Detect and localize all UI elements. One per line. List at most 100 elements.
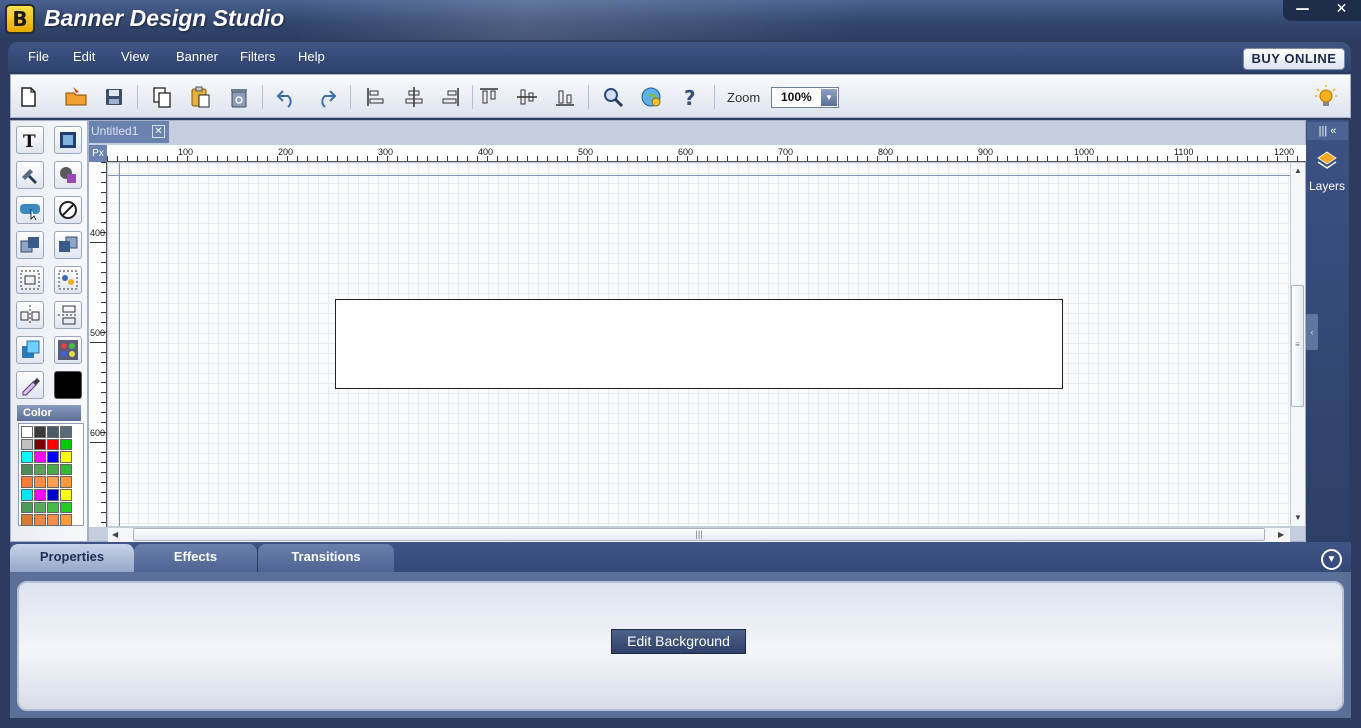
- help-icon[interactable]: ?: [678, 85, 702, 110]
- panel-toggle-icon[interactable]: ▼: [1321, 549, 1342, 570]
- tab-transitions[interactable]: Transitions: [258, 544, 394, 572]
- color-swatch[interactable]: [60, 463, 72, 476]
- color-fill-icon[interactable]: [16, 336, 44, 364]
- guide-line-horizontal[interactable]: [108, 175, 1290, 176]
- layers-icon[interactable]: [1316, 150, 1338, 174]
- zoom-select[interactable]: 100% ▼: [771, 87, 839, 108]
- ruler-unit[interactable]: Px: [89, 145, 107, 162]
- align-right-icon[interactable]: [438, 85, 462, 109]
- open-folder-icon[interactable]: [64, 85, 88, 109]
- color-swatch[interactable]: [21, 438, 33, 451]
- color-swatch[interactable]: [47, 463, 59, 476]
- color-swatch[interactable]: [60, 476, 72, 488]
- edit-background-button[interactable]: Edit Background: [611, 629, 746, 654]
- close-icon[interactable]: ✕: [152, 125, 165, 138]
- align-center-icon[interactable]: [402, 85, 426, 109]
- scroll-right-icon[interactable]: ▶: [1278, 530, 1284, 539]
- scroll-up-icon[interactable]: ▲: [1294, 166, 1302, 175]
- preview-globe-icon[interactable]: [639, 85, 663, 109]
- color-swatch[interactable]: [60, 488, 72, 501]
- color-swatch[interactable]: [60, 438, 72, 451]
- new-file-icon[interactable]: [16, 85, 40, 109]
- color-swatch[interactable]: [47, 451, 59, 463]
- document-tab[interactable]: Untitled1 ✕: [89, 121, 169, 143]
- color-swatch[interactable]: [60, 451, 72, 463]
- ellipse-tool-icon[interactable]: [54, 196, 82, 224]
- tab-properties[interactable]: Properties: [10, 544, 134, 572]
- menu-view[interactable]: View: [121, 49, 149, 64]
- align-bottom-icon[interactable]: [553, 85, 577, 109]
- color-swatch[interactable]: [34, 476, 46, 488]
- tab-effects[interactable]: Effects: [134, 544, 258, 572]
- align-h-icon[interactable]: [16, 301, 44, 329]
- save-icon[interactable]: [102, 85, 126, 109]
- paste-icon[interactable]: [188, 85, 212, 109]
- group-icon[interactable]: [16, 266, 44, 294]
- color-swatch[interactable]: [34, 451, 46, 463]
- image-tool-icon[interactable]: [54, 126, 82, 154]
- color-swatch[interactable]: [21, 451, 33, 463]
- color-swatch[interactable]: [47, 426, 59, 438]
- color-swatch[interactable]: [34, 463, 46, 476]
- close-button[interactable]: ✕: [1322, 0, 1361, 21]
- color-swatch[interactable]: [21, 514, 33, 526]
- delete-icon[interactable]: [227, 85, 251, 109]
- align-top-icon[interactable]: [477, 85, 501, 109]
- distribute-icon[interactable]: [54, 266, 82, 294]
- menu-help[interactable]: Help: [298, 49, 325, 64]
- undo-icon[interactable]: [275, 85, 299, 109]
- color-swatch[interactable]: [60, 426, 72, 438]
- scroll-down-icon[interactable]: ▼: [1294, 513, 1302, 522]
- horizontal-scroll-thumb[interactable]: |||: [133, 528, 1265, 541]
- color-swatch[interactable]: [47, 476, 59, 488]
- guide-line-vertical[interactable]: [119, 163, 120, 526]
- menu-file[interactable]: File: [28, 49, 49, 64]
- menu-edit[interactable]: Edit: [73, 49, 95, 64]
- eyedropper-icon[interactable]: [16, 371, 44, 399]
- chevron-down-icon[interactable]: ▼: [821, 89, 837, 106]
- layers-label[interactable]: Layers: [1307, 179, 1347, 193]
- scroll-left-icon[interactable]: ◀: [112, 530, 118, 539]
- menu-filters[interactable]: Filters: [240, 49, 275, 64]
- shape-tool-icon[interactable]: [54, 161, 82, 189]
- align-v-icon[interactable]: [54, 301, 82, 329]
- color-swatch[interactable]: [21, 426, 33, 438]
- ruler-label: 400: [90, 228, 106, 238]
- color-swatch[interactable]: [47, 501, 59, 514]
- color-swatch[interactable]: [60, 514, 72, 526]
- vertical-scroll-thumb[interactable]: ≡: [1291, 285, 1304, 407]
- menu-banner[interactable]: Banner: [176, 49, 218, 64]
- ruler-label: 700: [778, 147, 794, 157]
- copy-icon[interactable]: [150, 85, 174, 109]
- layers-collapse-icon[interactable]: ||| «: [1307, 122, 1348, 140]
- minimize-button[interactable]: —: [1283, 0, 1322, 21]
- effects-icon[interactable]: [54, 336, 82, 364]
- text-tool-icon[interactable]: T: [16, 126, 44, 154]
- current-color-swatch[interactable]: [54, 371, 82, 399]
- color-swatch[interactable]: [21, 501, 33, 514]
- send-backward-icon[interactable]: [54, 231, 82, 259]
- color-swatch[interactable]: [34, 438, 46, 451]
- color-swatch[interactable]: [21, 463, 33, 476]
- color-swatch[interactable]: [34, 501, 46, 514]
- align-middle-icon[interactable]: [515, 85, 539, 109]
- panel-collapse-handle[interactable]: ‹: [1306, 314, 1318, 350]
- color-swatch[interactable]: [47, 488, 59, 501]
- color-swatch[interactable]: [60, 501, 72, 514]
- color-swatch[interactable]: [21, 488, 33, 501]
- color-swatch[interactable]: [21, 476, 33, 488]
- color-swatch[interactable]: [34, 488, 46, 501]
- color-swatch[interactable]: [47, 438, 59, 451]
- align-left-icon[interactable]: [364, 85, 388, 109]
- clipart-tool-icon[interactable]: [16, 161, 44, 189]
- search-icon[interactable]: [601, 85, 625, 109]
- bring-forward-icon[interactable]: [16, 231, 44, 259]
- color-swatch[interactable]: [34, 426, 46, 438]
- buy-online-button[interactable]: BUY ONLINE: [1243, 48, 1345, 70]
- button-tool-icon[interactable]: [16, 196, 44, 224]
- color-swatch[interactable]: [47, 514, 59, 526]
- color-swatch[interactable]: [34, 514, 46, 526]
- banner-canvas[interactable]: [335, 299, 1063, 389]
- tip-bulb-icon[interactable]: [1314, 85, 1338, 109]
- redo-icon[interactable]: [314, 85, 338, 109]
